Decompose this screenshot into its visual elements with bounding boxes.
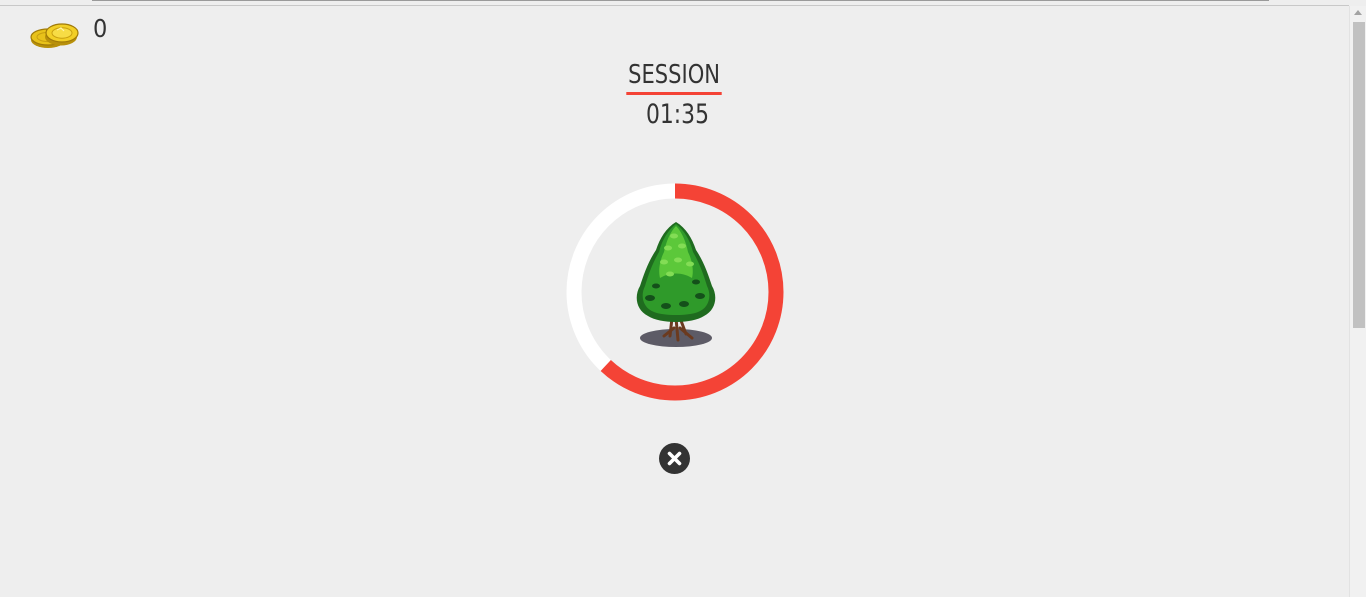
app-page: 0 SESSION 01:35	[0, 0, 1366, 597]
coin-stack-icon	[30, 23, 79, 48]
session-header: SESSION 01:35	[0, 60, 1349, 130]
coin-count: 0	[93, 14, 108, 43]
tree-icon	[636, 222, 716, 347]
session-timer: 01:35	[646, 99, 709, 130]
top-divider	[92, 0, 1269, 1]
vertical-scrollbar[interactable]	[1349, 6, 1366, 597]
coin-counter: 0	[28, 14, 107, 52]
session-title: SESSION	[626, 60, 723, 95]
viewport-border	[0, 5, 1349, 6]
cancel-session-button[interactable]	[659, 443, 690, 474]
scroll-up-arrow-icon[interactable]	[1354, 10, 1362, 15]
close-circle-icon	[660, 444, 689, 473]
scrollbar-thumb[interactable]	[1353, 22, 1365, 328]
